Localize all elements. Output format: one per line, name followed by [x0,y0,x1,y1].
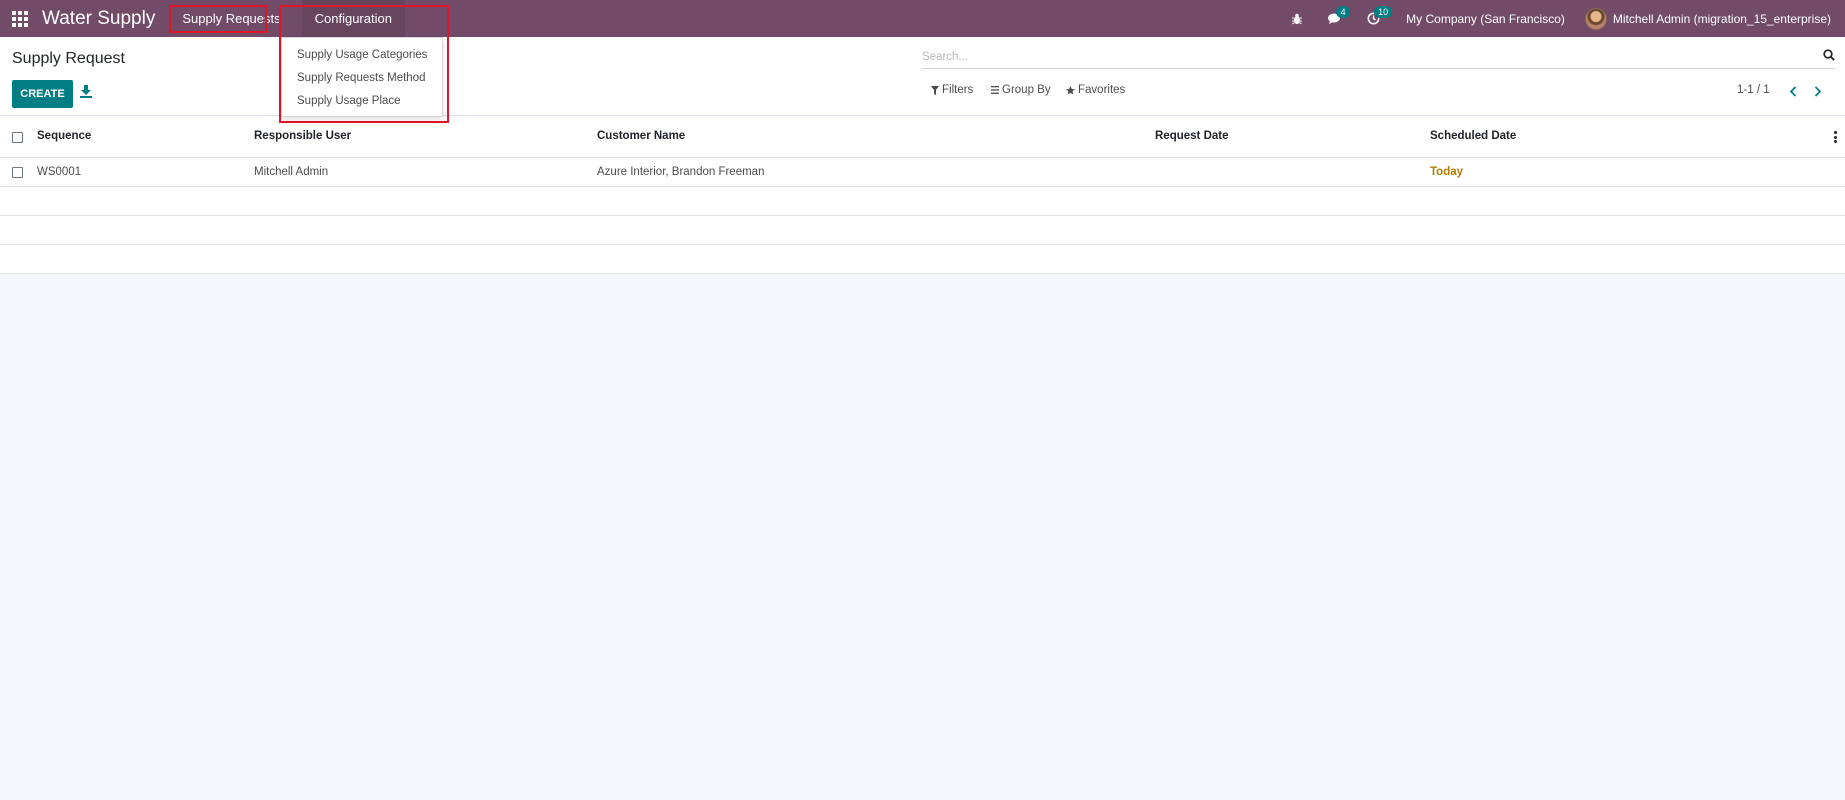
menu-item-supply-usage-place[interactable]: Supply Usage Place [282,90,442,113]
chat-badge: 4 [1336,6,1351,18]
filter-icon [931,85,939,95]
group-by-label: Group By [1002,84,1051,96]
pager-value[interactable]: 1-1 / 1 [1737,84,1770,96]
company-switcher[interactable]: My Company (San Francisco) [1392,12,1585,26]
user-menu[interactable]: Mitchell Admin (migration_15_enterprise) [1584,7,1845,30]
column-header-scheduled-date[interactable]: Scheduled Date [1430,130,1516,142]
empty-row [0,216,1845,245]
search-input[interactable] [922,48,1802,66]
search-icon[interactable] [1823,49,1835,64]
navbar-systray: 4 10 My Company (San Francisco) Mitchell… [1278,0,1845,37]
favorites-label: Favorites [1078,84,1126,96]
filters-button[interactable]: Filters [931,84,973,96]
cell-customer-name: Azure Interior, Brandon Freeman [597,166,765,178]
page-title: Supply Request [12,50,125,67]
star-icon [1066,85,1075,94]
optional-columns-icon[interactable] [1834,131,1837,143]
column-header-sequence[interactable]: Sequence [37,130,91,142]
apps-menu-icon[interactable] [0,0,40,37]
cell-responsible-user: Mitchell Admin [254,166,329,178]
column-header-responsible-user[interactable]: Responsible User [254,130,351,142]
bug-icon[interactable] [1278,0,1316,37]
table-row[interactable]: WS0001 Mitchell Admin Azure Interior, Br… [0,158,1845,187]
group-by-button[interactable]: Group By [991,84,1051,96]
menu-supply-requests[interactable]: Supply Requests [175,0,287,37]
configuration-dropdown: Supply Usage Categories Supply Requests … [281,37,443,117]
avatar [1584,7,1607,30]
control-panel: Supply Request CREATE Filters Group By F… [0,37,1845,116]
search-box [922,46,1835,69]
top-navbar: Water Supply Supply Requests Configurati… [0,0,1845,37]
empty-row [0,245,1845,274]
pager-previous-icon[interactable] [1785,83,1801,99]
activity-badge: 10 [1374,6,1393,18]
select-all-checkbox[interactable] [12,132,23,143]
column-header-request-date[interactable]: Request Date [1155,130,1229,142]
create-button[interactable]: CREATE [12,80,73,108]
user-name: Mitchell Admin (migration_15_enterprise) [1612,11,1831,26]
column-header-customer-name[interactable]: Customer Name [597,130,685,142]
activity-clock-icon[interactable]: 10 [1354,0,1393,37]
menu-configuration[interactable]: Configuration [301,0,405,37]
group-by-icon [991,86,999,94]
table-header: Sequence Responsible User Customer Name … [0,117,1845,158]
chat-icon[interactable]: 4 [1316,0,1354,37]
cell-scheduled-date: Today [1430,166,1464,178]
row-checkbox[interactable] [12,167,23,178]
favorites-button[interactable]: Favorites [1066,84,1125,96]
cell-sequence: WS0001 [37,166,82,178]
menu-item-supply-requests-method[interactable]: Supply Requests Method [282,67,442,90]
empty-row [0,187,1845,216]
pager-next-icon[interactable] [1810,83,1826,99]
app-brand[interactable]: Water Supply [40,8,165,30]
list-view: Sequence Responsible User Customer Name … [0,117,1845,274]
filters-label: Filters [942,84,974,96]
menu-item-supply-usage-categories[interactable]: Supply Usage Categories [282,44,442,67]
download-icon[interactable] [80,85,94,101]
